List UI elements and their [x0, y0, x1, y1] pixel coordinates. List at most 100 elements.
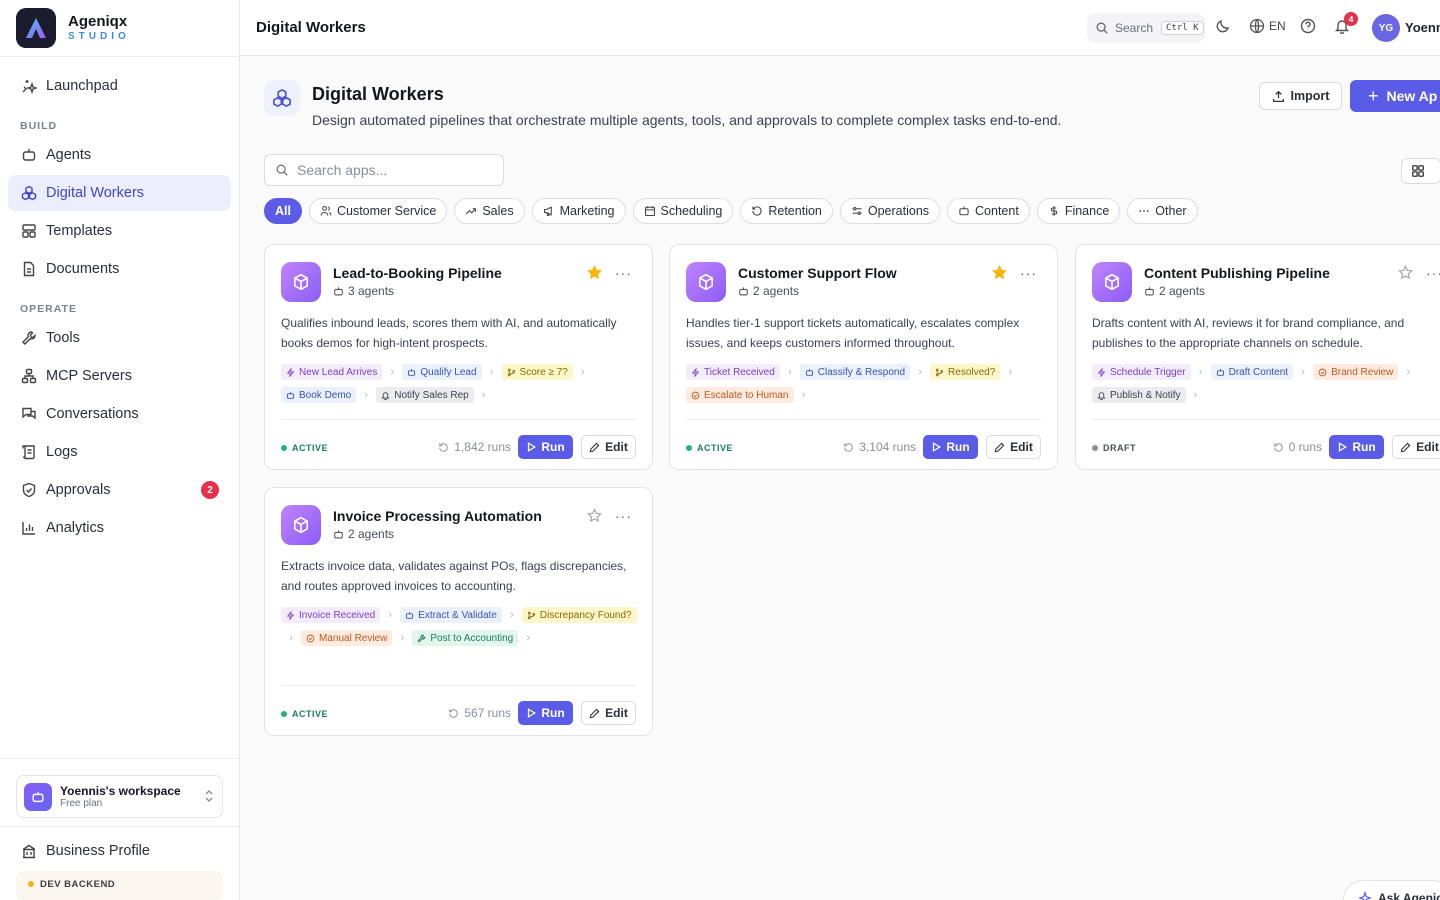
more-options-icon[interactable]: ··· — [615, 508, 632, 524]
sidebar-item-conversations[interactable]: Conversations — [8, 396, 231, 432]
approvals-badge: 2 — [201, 481, 219, 499]
sidebar-item-analytics[interactable]: Analytics — [8, 510, 231, 546]
sidebar-item-mcp-servers[interactable]: MCP Servers — [8, 358, 231, 394]
chevron-right-icon: › — [526, 632, 531, 644]
edit-button[interactable]: Edit — [581, 435, 636, 459]
history-icon — [1273, 442, 1284, 453]
sparkle-icon — [1358, 891, 1372, 900]
cube-icon — [1092, 262, 1132, 302]
chevron-right-icon: › — [1406, 366, 1411, 378]
global-search[interactable]: Search Ctrl K — [1087, 14, 1205, 42]
review-icon — [306, 634, 315, 643]
run-button[interactable]: Run — [1329, 435, 1384, 459]
card-title[interactable]: Lead-to-Booking Pipeline — [333, 265, 502, 281]
sidebar-item-logs[interactable]: Logs — [8, 434, 231, 470]
status-dot — [281, 445, 287, 451]
run-count: 3,104 runs — [843, 440, 916, 454]
import-button[interactable]: Import — [1259, 82, 1342, 110]
brand[interactable]: Ageniqx STUDIO — [16, 8, 130, 48]
filter-chip-customer-service[interactable]: Customer Service — [308, 198, 448, 224]
card-description: Handles tier-1 support tickets automatic… — [686, 316, 1020, 350]
run-button[interactable]: Run — [518, 435, 573, 459]
worker-card[interactable]: Invoice Processing Automation 2 agents ·… — [264, 487, 653, 736]
flow-step-agent: Extract & Validate — [400, 607, 502, 623]
filter-chip-retention[interactable]: Retention — [740, 198, 833, 224]
card-title[interactable]: Content Publishing Pipeline — [1144, 265, 1330, 281]
card-title[interactable]: Invoice Processing Automation — [333, 508, 542, 524]
theme-toggle[interactable] — [1215, 18, 1231, 34]
status-label: DRAFT — [1103, 443, 1136, 453]
more-options-icon[interactable]: ··· — [1020, 265, 1037, 281]
edit-label: Edit — [1010, 440, 1033, 454]
worker-card[interactable]: Customer Support Flow 2 agents ··· Handl… — [669, 244, 1058, 470]
sidebar-item-agents[interactable]: Agents — [8, 137, 231, 173]
favorite-star-icon[interactable] — [587, 507, 602, 526]
bot-icon — [1216, 368, 1225, 377]
more-options-icon[interactable]: ··· — [615, 265, 632, 281]
more-options-icon[interactable]: ··· — [1426, 265, 1440, 281]
brand-sub: STUDIO — [68, 31, 130, 42]
user-name[interactable]: Yoenn — [1405, 20, 1440, 35]
filter-label: Marketing — [559, 204, 615, 218]
edit-button[interactable]: Edit — [1392, 435, 1440, 459]
avatar[interactable]: YG — [1372, 14, 1400, 42]
favorite-star-icon[interactable] — [587, 264, 602, 283]
run-label: Run — [1352, 440, 1376, 454]
card-description: Extracts invoice data, validates against… — [281, 559, 627, 593]
sidebar-item-launchpad[interactable]: Launchpad — [8, 68, 231, 104]
dev-backend-label: DEV BACKEND — [40, 879, 116, 890]
bot-icon — [1144, 286, 1155, 297]
edit-label: Edit — [1416, 440, 1439, 454]
filter-chip-operations[interactable]: Operations — [839, 198, 941, 224]
favorite-star-icon[interactable] — [1398, 264, 1413, 283]
filter-chip-content[interactable]: Content — [947, 198, 1030, 224]
filter-chip-scheduling[interactable]: Scheduling — [632, 198, 734, 224]
help-button[interactable] — [1300, 18, 1316, 34]
chevron-right-icon: › — [481, 389, 486, 401]
worker-card[interactable]: Content Publishing Pipeline 2 agents ···… — [1075, 244, 1440, 470]
agent-count: 2 agents — [738, 284, 799, 298]
flow-step-label: Publish & Notify — [1110, 389, 1181, 401]
filter-chip-marketing[interactable]: Marketing — [531, 198, 626, 224]
agent-count-label: 2 agents — [753, 284, 800, 298]
flow-step-label: Ticket Received — [704, 366, 775, 378]
sidebar-item-approvals[interactable]: Approvals 2 — [8, 472, 231, 508]
sidebar-item-label: Business Profile — [46, 843, 150, 859]
pencil-icon — [589, 442, 600, 453]
worker-card[interactable]: Lead-to-Booking Pipeline 3 agents ··· Qu… — [264, 244, 653, 470]
new-app-button[interactable]: + New Ap — [1350, 80, 1440, 112]
cubes-icon — [20, 184, 38, 202]
sidebar-item-templates[interactable]: Templates — [8, 213, 231, 249]
card-title[interactable]: Customer Support Flow — [738, 265, 897, 281]
edit-button[interactable]: Edit — [986, 435, 1041, 459]
zap-icon — [286, 610, 295, 620]
favorite-star-icon[interactable] — [992, 264, 1007, 283]
flow-step-review: Escalate to Human — [686, 387, 794, 403]
bot-icon — [958, 205, 970, 217]
run-button[interactable]: Run — [518, 701, 573, 725]
sidebar-item-label: Digital Workers — [46, 185, 145, 201]
edit-button[interactable]: Edit — [581, 701, 636, 725]
search-apps-input[interactable]: Search apps... — [264, 154, 504, 186]
filter-chip-all[interactable]: All — [264, 198, 302, 224]
grid-view-toggle[interactable] — [1401, 158, 1440, 184]
agent-count-label: 2 agents — [1159, 284, 1206, 298]
workspace-bot-icon — [24, 782, 52, 811]
flow-step-label: Brand Review — [1331, 366, 1394, 378]
filter-chip-sales[interactable]: Sales — [454, 198, 525, 224]
sidebar-item-business-profile[interactable]: Business Profile — [8, 833, 231, 869]
run-button[interactable]: Run — [923, 435, 978, 459]
flow-step-agent: Book Demo — [281, 387, 357, 403]
history-icon — [448, 708, 459, 719]
filter-chip-finance[interactable]: Finance — [1036, 198, 1121, 224]
flow-step-notify: Notify Sales Rep — [376, 387, 474, 403]
language-switcher[interactable]: EN — [1249, 18, 1286, 34]
workspace-switcher[interactable]: Yoennis's workspace Free plan — [16, 775, 223, 818]
sidebar-item-digital-workers[interactable]: Digital Workers — [8, 175, 231, 211]
document-icon — [20, 260, 38, 278]
topbar-title: Digital Workers — [256, 19, 366, 36]
sidebar-item-tools[interactable]: Tools — [8, 320, 231, 356]
ask-assistant-button[interactable]: Ask Agenic — [1343, 880, 1440, 900]
filter-chip-other[interactable]: Other — [1127, 198, 1198, 224]
sidebar-item-documents[interactable]: Documents — [8, 251, 231, 287]
